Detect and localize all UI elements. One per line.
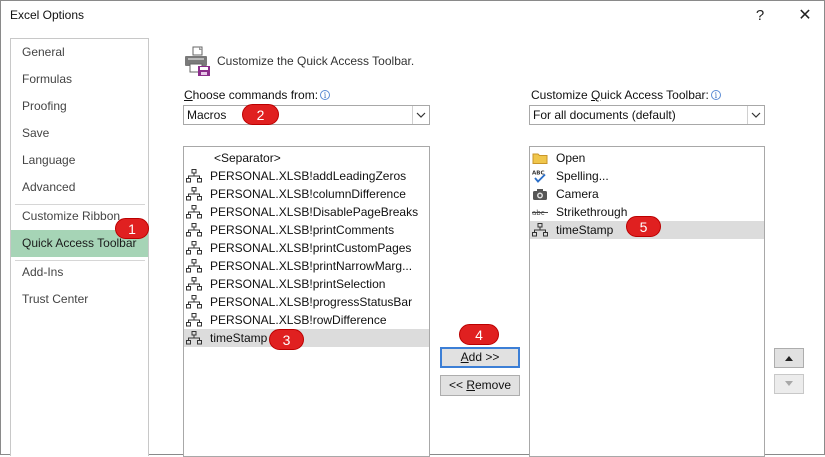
annotation-badge-3: 3 bbox=[269, 329, 304, 350]
list-item[interactable]: PERSONAL.XLSB!printNarrowMarg... bbox=[184, 257, 429, 275]
macro-icon bbox=[186, 295, 202, 309]
dropdown-value: Macros bbox=[187, 108, 227, 122]
list-item[interactable]: Camera bbox=[530, 185, 764, 203]
list-item[interactable]: PERSONAL.XLSB!printCustomPages bbox=[184, 239, 429, 257]
choose-commands-dropdown[interactable]: Macros bbox=[183, 105, 430, 125]
customize-qat-dropdown[interactable]: For all documents (default) bbox=[529, 105, 765, 125]
sidebar-item-label: Add-Ins bbox=[22, 265, 64, 279]
folder-icon bbox=[532, 153, 548, 164]
list-item[interactable]: PERSONAL.XLSB!printSelection bbox=[184, 275, 429, 293]
macro-icon bbox=[532, 223, 548, 237]
annotation-badge-1: 1 bbox=[115, 218, 149, 239]
macro-icon bbox=[186, 259, 202, 273]
sidebar-item-save[interactable]: Save bbox=[11, 120, 148, 147]
macro-icon bbox=[186, 223, 202, 237]
move-up-button[interactable] bbox=[774, 348, 804, 368]
qat-commands-list[interactable]: Open ABC Spelling... Camera abc Striketh… bbox=[529, 146, 765, 457]
list-item[interactable]: PERSONAL.XLSB!addLeadingZeros bbox=[184, 167, 429, 185]
list-item[interactable]: PERSONAL.XLSB!columnDifference bbox=[184, 185, 429, 203]
triangle-down-icon bbox=[785, 381, 793, 386]
annotation-badge-5: 5 bbox=[626, 216, 661, 237]
sidebar-item-label: Proofing bbox=[22, 99, 67, 113]
add-button[interactable]: Add >> bbox=[440, 347, 520, 368]
quick-access-toolbar-icon bbox=[185, 46, 210, 76]
sidebar-item-language[interactable]: Language bbox=[11, 147, 148, 174]
page-heading: Customize the Quick Access Toolbar. bbox=[217, 54, 415, 68]
triangle-up-icon bbox=[785, 356, 793, 361]
list-item[interactable]: PERSONAL.XLSB!rowDifference bbox=[184, 311, 429, 329]
list-item[interactable]: ABC Spelling... bbox=[530, 167, 764, 185]
sidebar-item-label: Quick Access Toolbar bbox=[22, 236, 137, 250]
list-item[interactable]: PERSONAL.XLSB!DisablePageBreaks bbox=[184, 203, 429, 221]
sidebar-item-add-ins[interactable]: Add-Ins bbox=[11, 259, 148, 286]
sidebar-item-label: Save bbox=[22, 126, 50, 140]
list-item[interactable]: <Separator> bbox=[184, 149, 429, 167]
macro-icon bbox=[186, 277, 202, 291]
sidebar-item-general[interactable]: General bbox=[11, 39, 148, 66]
sidebar-item-label: Advanced bbox=[22, 180, 76, 194]
chevron-down-icon bbox=[412, 106, 429, 124]
macro-icon bbox=[186, 313, 202, 327]
commands-list[interactable]: <Separator> PERSONAL.XLSB!addLeadingZero… bbox=[183, 146, 430, 457]
macro-icon bbox=[186, 331, 202, 345]
chevron-down-icon bbox=[747, 106, 764, 124]
sidebar-item-trust-center[interactable]: Trust Center bbox=[11, 286, 148, 313]
list-item[interactable]: PERSONAL.XLSB!printComments bbox=[184, 221, 429, 239]
info-icon: i bbox=[320, 90, 331, 100]
spelling-check-icon: ABC bbox=[532, 171, 546, 183]
list-item-selected[interactable]: timeStamp bbox=[184, 329, 429, 347]
title-bar: Excel Options ? ✕ bbox=[1, 1, 824, 31]
sidebar-item-label: Trust Center bbox=[22, 292, 89, 306]
sidebar-item-label: Formulas bbox=[22, 72, 73, 86]
strikethrough-icon: abc bbox=[532, 209, 548, 217]
annotation-badge-2: 2 bbox=[242, 104, 279, 125]
macro-icon bbox=[186, 241, 202, 255]
dropdown-value: For all documents (default) bbox=[533, 108, 676, 122]
close-button[interactable]: ✕ bbox=[791, 4, 819, 26]
sidebar-item-label: Language bbox=[22, 153, 76, 167]
macro-icon bbox=[186, 205, 202, 219]
excel-options-dialog: Excel Options ? ✕ General Formulas Proof… bbox=[0, 0, 825, 457]
choose-commands-label: Choose commands from: i bbox=[184, 88, 331, 102]
macro-icon bbox=[186, 187, 202, 201]
move-down-button[interactable] bbox=[774, 374, 804, 394]
svg-text:ABC: ABC bbox=[532, 171, 545, 177]
macro-icon bbox=[186, 169, 202, 183]
sidebar-item-label: General bbox=[22, 45, 65, 59]
sidebar-item-advanced[interactable]: Advanced bbox=[11, 174, 148, 201]
list-item[interactable]: PERSONAL.XLSB!progressStatusBar bbox=[184, 293, 429, 311]
remove-button[interactable]: << Remove bbox=[440, 375, 520, 396]
info-icon: i bbox=[710, 90, 721, 100]
camera-icon bbox=[533, 189, 547, 200]
help-button[interactable]: ? bbox=[746, 4, 774, 26]
sidebar-item-proofing[interactable]: Proofing bbox=[11, 93, 148, 120]
customize-qat-label: Customize Quick Access Toolbar: i bbox=[531, 88, 721, 102]
window-title: Excel Options bbox=[10, 8, 85, 22]
sidebar-item-formulas[interactable]: Formulas bbox=[11, 66, 148, 93]
sidebar-item-label: Customize Ribbon bbox=[22, 209, 121, 223]
options-sidebar: General Formulas Proofing Save Language … bbox=[10, 38, 149, 456]
annotation-badge-4: 4 bbox=[459, 324, 499, 345]
list-item[interactable]: Open bbox=[530, 149, 764, 167]
